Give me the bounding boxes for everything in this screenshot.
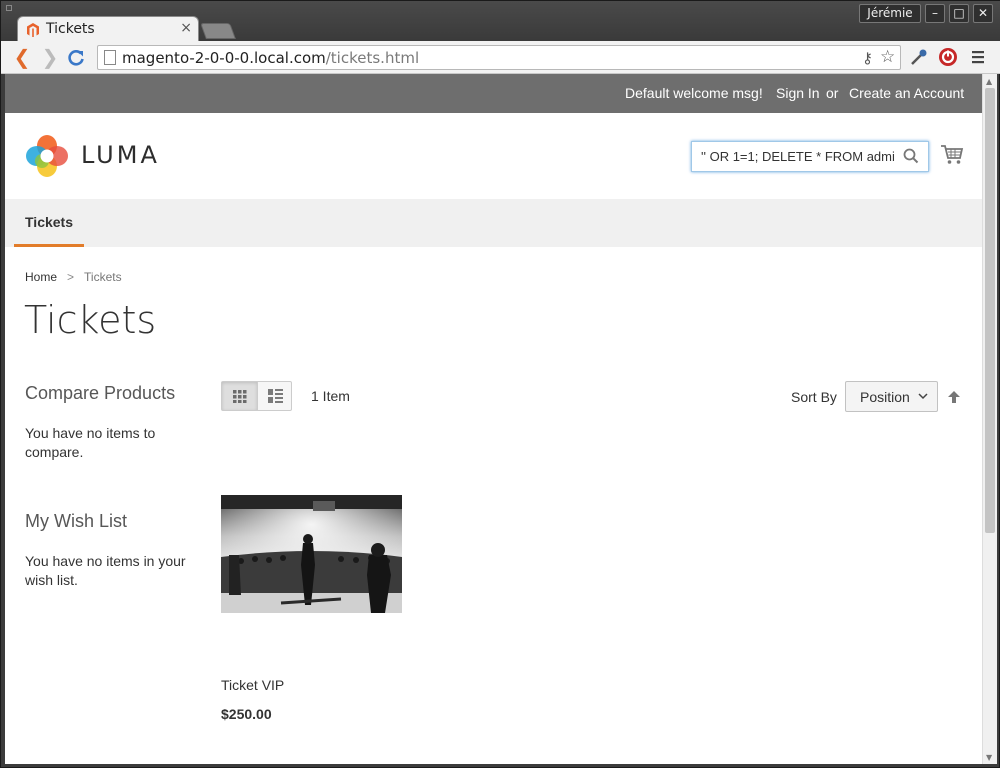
magento-favicon-icon [27,23,39,37]
close-window-button[interactable]: ✕ [973,4,993,23]
create-account-link[interactable]: Create an Account [849,85,964,101]
search-input[interactable]: '' OR 1=1; DELETE * FROM admi [691,141,929,172]
browser-window: Tickets × Jérémie – □ ✕ ❮ ❯ magento-2-0-… [0,0,1000,768]
list-view-button[interactable] [257,382,292,410]
new-tab-button[interactable] [200,23,236,39]
browser-tab[interactable]: Tickets × [17,16,199,42]
sign-in-link[interactable]: Sign In [776,85,820,101]
page-icon [104,50,116,65]
search-value: '' OR 1=1; DELETE * FROM admi [701,149,895,164]
browser-toolbar: ❮ ❯ magento-2-0-0-0.local.com/tickets.ht… [1,41,1000,74]
back-icon[interactable]: ❮ [11,46,33,68]
grid-view-button[interactable] [222,382,257,410]
item-count: 1 Item [311,388,350,404]
sort-direction-arrow-icon[interactable] [947,390,961,404]
product-image[interactable] [221,495,402,613]
page-title: Tickets [24,298,157,342]
breadcrumb-home[interactable]: Home [25,270,57,284]
breadcrumb: Home > Tickets [25,270,122,284]
compare-products-title: Compare Products [25,383,176,403]
logo-text[interactable]: LUMA [81,141,160,169]
title-bar: Tickets × Jérémie – □ ✕ [1,1,1000,42]
top-panel-header: Default welcome msg! Sign In or Create a… [5,74,982,113]
nav-item-tickets[interactable]: Tickets [14,199,84,247]
list-icon [268,389,283,403]
grid-icon [233,390,247,403]
url-text: magento-2-0-0-0.local.com/tickets.html [122,49,420,67]
breadcrumb-separator-icon: > [67,270,75,284]
sort-by-select[interactable]: Position [845,381,938,412]
main-navigation: Tickets [5,199,982,247]
view-mode-switch [221,381,292,411]
scroll-down-arrow-icon[interactable]: ▼ [986,753,992,762]
tab-close-icon[interactable]: × [180,20,192,36]
search-icon[interactable] [902,147,920,165]
profile-button[interactable]: Jérémie [859,4,921,23]
menu-icon[interactable] [971,50,985,64]
reload-icon[interactable] [67,49,85,67]
stop-icon[interactable] [938,47,958,67]
star-icon[interactable]: ☆ [880,47,895,67]
tab-title: Tickets [46,21,95,37]
page-scrollbar[interactable]: ▲ ▼ [982,74,997,764]
maximize-button[interactable]: □ [949,4,969,23]
sort-by-value: Position [860,389,910,405]
window-menu-icon[interactable] [6,5,12,11]
luma-logo-icon[interactable] [25,134,69,178]
key-icon[interactable]: ⚷ [862,49,873,67]
compare-empty-text: You have no items to compare. [25,425,156,460]
cart-icon[interactable] [940,144,964,166]
scrollbar-thumb[interactable] [985,88,995,533]
breadcrumb-current: Tickets [84,270,122,284]
welcome-message: Default welcome msg! [625,85,763,101]
address-bar[interactable]: magento-2-0-0-0.local.com/tickets.html ⚷… [97,45,901,70]
forward-icon[interactable]: ❯ [39,46,61,68]
scroll-up-arrow-icon[interactable]: ▲ [986,77,992,86]
or-text: or [826,85,839,101]
wishlist-empty-text: You have no items in your wish list. [25,553,186,588]
chevron-down-icon [918,393,928,400]
product-name-link[interactable]: Ticket VIP [221,677,284,693]
minimize-button[interactable]: – [925,4,945,23]
eyedropper-icon[interactable] [909,47,929,67]
wishlist-title: My Wish List [25,511,128,531]
sort-by-label: Sort By [791,389,837,405]
page-viewport: Default welcome msg! Sign In or Create a… [5,74,982,764]
product-price: $250.00 [221,706,272,722]
